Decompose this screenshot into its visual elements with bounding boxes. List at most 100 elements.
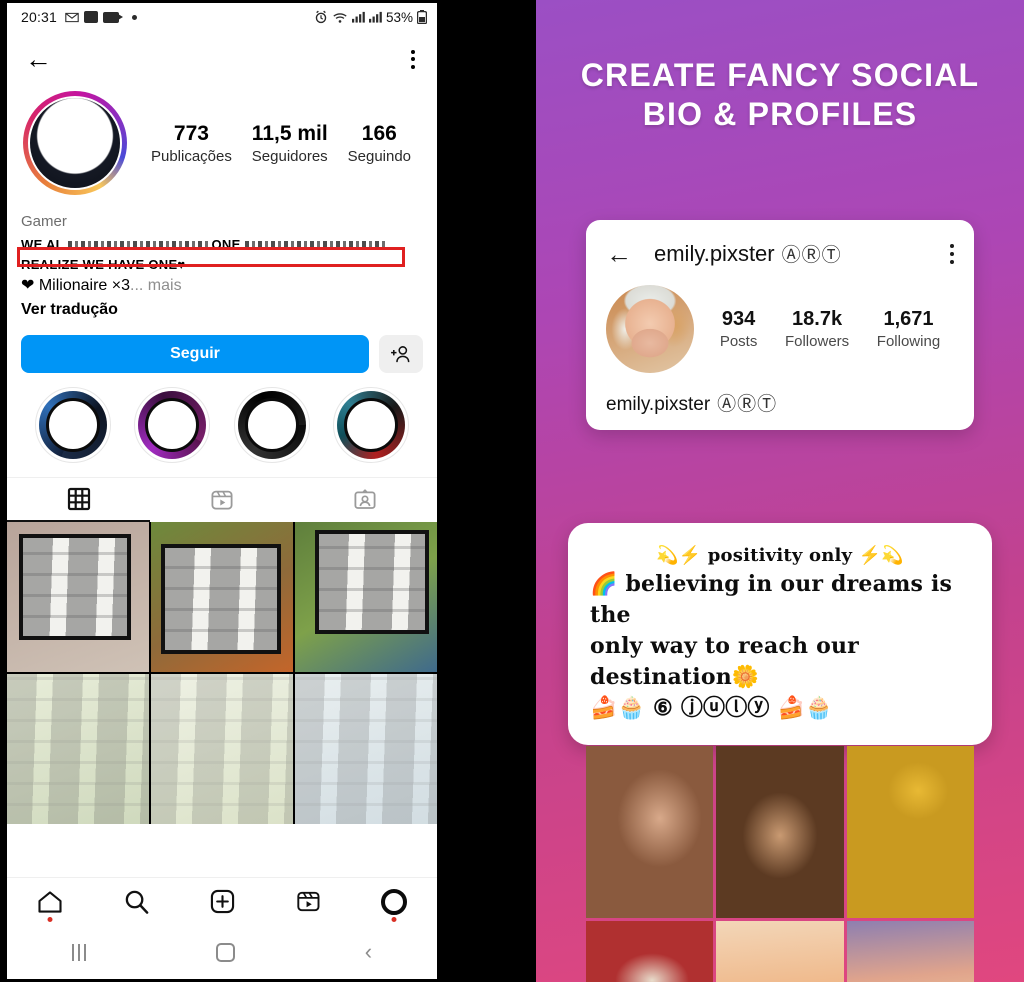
highlight-3-thumb xyxy=(237,390,306,459)
back-arrow-icon[interactable]: ← xyxy=(25,45,52,73)
post-4[interactable] xyxy=(7,673,149,824)
highlight-3[interactable] xyxy=(233,386,310,463)
photo-3[interactable] xyxy=(846,746,974,918)
signal-icon xyxy=(351,11,365,23)
profile-bio: Gamer WE AL ONE REALIZE WE HAVE ONE♥ ❤ M… xyxy=(7,211,437,319)
photos-icon xyxy=(84,11,99,23)
photo-5[interactable] xyxy=(716,921,844,982)
mockup-profile-row: 934 Posts 18.7k Followers 1,671 Followin… xyxy=(586,267,974,373)
mockup-following-count: 1,671 xyxy=(883,308,934,330)
status-bar-app-icons xyxy=(65,11,138,23)
photo-1[interactable] xyxy=(586,746,714,918)
left-phone-screenshot: 20:31 53% ← 773 Publicações 11,5 mil Seg… xyxy=(0,0,440,982)
mockup-top-bar: ← emily.pixster ⒶⓇⓉ xyxy=(586,236,974,267)
back-button[interactable]: ‹ xyxy=(365,941,372,963)
bio-more-link[interactable]: ... mais xyxy=(130,277,182,294)
back-arrow-icon[interactable]: ← xyxy=(606,241,632,267)
photo-2[interactable] xyxy=(716,746,844,918)
photo-6[interactable] xyxy=(846,921,974,982)
bottom-navigation xyxy=(7,877,437,925)
highlight-4-mask xyxy=(344,397,399,452)
stat-followers-label: Seguidores xyxy=(251,148,328,166)
create-nav-icon[interactable] xyxy=(205,887,239,917)
reels-icon xyxy=(296,891,319,912)
bio-line-1-start: WE AL xyxy=(21,236,64,252)
profile-nav-avatar[interactable] xyxy=(377,887,411,922)
status-bar-time: 20:31 xyxy=(21,9,58,25)
fancy-bio-line-2: 🌈 believing in our dreams is the xyxy=(590,570,953,628)
stat-following-label: Seguindo xyxy=(347,148,412,166)
promo-headline: CREATE FANCY SOCIAL BIO & PROFILES xyxy=(536,0,1024,134)
mockup-followers-count: 18.7k xyxy=(792,308,843,330)
bio-line-3: ❤ Milionaire ×3... mais xyxy=(21,275,423,295)
add-person-icon[interactable] xyxy=(379,334,423,373)
reels-icon xyxy=(211,490,233,510)
search-nav-icon[interactable] xyxy=(119,887,153,917)
fancy-bio-line-3: only way to reach our destination🌼 xyxy=(590,633,859,691)
bio-censored-segment-a xyxy=(67,240,208,250)
highlight-1[interactable] xyxy=(34,386,111,463)
highlight-2[interactable] xyxy=(134,386,211,463)
fancy-bio-line-4: 🍰🧁 ⑥ ⓙⓤⓛⓨ 🍰🧁 xyxy=(590,695,833,722)
video-camera-icon xyxy=(103,11,124,23)
tagged-tab[interactable] xyxy=(294,478,437,522)
bio-line-3-text: ❤ Milionaire ×3 xyxy=(21,276,131,294)
status-bar: 20:31 53% xyxy=(7,3,437,31)
profile-avatar[interactable] xyxy=(23,91,127,195)
mockup-stat-following[interactable]: 1,671 Following xyxy=(877,308,940,350)
fancy-bio-card: 💫⚡ positivity only ⚡💫 🌈 believing in our… xyxy=(568,523,992,745)
profile-badge-dot xyxy=(391,916,397,922)
mockup-username-title: emily.pixster xyxy=(654,240,775,266)
grid-tab[interactable] xyxy=(7,478,151,522)
mockup-username-row: emily.pixster ⒶⓇⓉ xyxy=(586,373,974,416)
post-5[interactable] xyxy=(151,673,293,824)
post-2[interactable] xyxy=(151,521,293,672)
stat-followers-count: 11,5 mil xyxy=(251,121,328,145)
post-3[interactable] xyxy=(295,521,437,672)
home-nav-icon[interactable] xyxy=(33,887,67,922)
see-translation-link[interactable]: Ver tradução xyxy=(21,301,423,319)
mockup-stat-followers[interactable]: 18.7k Followers xyxy=(785,308,849,350)
post-1[interactable] xyxy=(7,521,149,672)
plus-square-icon xyxy=(210,889,234,914)
gmail-icon xyxy=(65,12,79,22)
stat-posts[interactable]: 773 Publicações xyxy=(151,121,232,165)
photo-grid xyxy=(7,521,437,824)
stat-following[interactable]: 166 Seguindo xyxy=(348,121,411,165)
tagged-icon xyxy=(354,488,376,509)
bio-category: Gamer xyxy=(21,213,67,230)
stat-followers[interactable]: 11,5 mil Seguidores xyxy=(252,121,328,165)
profile-header-row: 773 Publicações 11,5 mil Seguidores 166 … xyxy=(7,91,437,195)
home-badge-dot xyxy=(47,916,53,922)
follow-button[interactable]: Seguir xyxy=(21,334,369,373)
instagram-top-bar: ← xyxy=(7,31,437,87)
fancy-bio-line-1: 💫⚡ positivity only ⚡💫 xyxy=(656,545,904,566)
mockup-stat-posts[interactable]: 934 Posts xyxy=(720,308,758,350)
reels-nav-icon[interactable] xyxy=(291,887,325,917)
dot-icon xyxy=(132,14,138,20)
android-navigation-bar: ‹ xyxy=(7,925,437,979)
home-button[interactable] xyxy=(215,942,235,962)
home-icon xyxy=(38,890,62,913)
promo-headline-line-1: CREATE FANCY SOCIAL xyxy=(580,57,980,93)
story-highlights xyxy=(7,373,437,471)
highlight-4[interactable] xyxy=(333,386,410,463)
highlight-2-mask xyxy=(145,397,200,452)
screenshot-stage: 20:31 53% ← 773 Publicações 11,5 mil Seg… xyxy=(0,0,1024,982)
profile-action-row: Seguir xyxy=(7,334,437,373)
recents-button[interactable] xyxy=(71,943,86,961)
mockup-followers-label: Followers xyxy=(784,333,850,350)
bio-line-1-mid: ONE xyxy=(211,236,241,252)
photo-4[interactable] xyxy=(586,921,714,982)
mockup-avatar[interactable] xyxy=(606,285,694,373)
promo-panel: CREATE FANCY SOCIAL BIO & PROFILES ← emi… xyxy=(536,0,1024,982)
profile-nav-avatar-image xyxy=(381,888,407,915)
post-6[interactable] xyxy=(295,673,437,824)
kebab-menu-icon[interactable] xyxy=(407,46,419,73)
mockup-following-label: Following xyxy=(876,333,941,350)
kebab-menu-icon[interactable] xyxy=(950,243,954,264)
reels-tab[interactable] xyxy=(150,478,293,522)
promo-headline-line-2: BIO & PROFILES xyxy=(642,96,918,133)
profile-stats: 773 Publicações 11,5 mil Seguidores 166 … xyxy=(127,121,421,165)
mockup-photo-grid xyxy=(586,746,974,982)
